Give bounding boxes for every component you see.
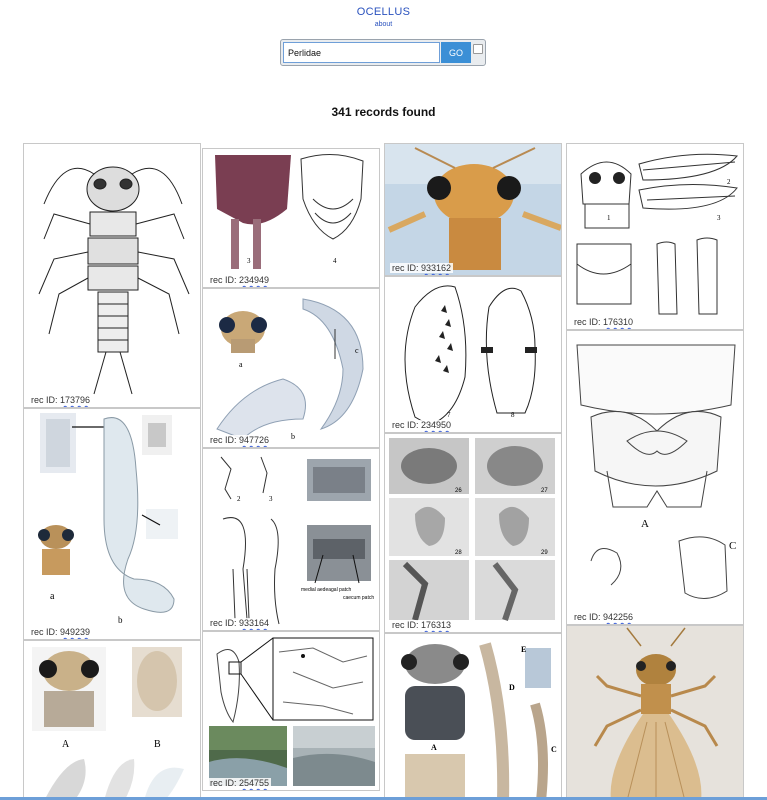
figure-label: 2	[237, 495, 241, 503]
result-card[interactable]: 26 27 28 29 rec ID: 176313	[384, 433, 562, 633]
figure-label: 27	[541, 488, 548, 494]
figure-label: C	[729, 540, 736, 552]
option-checkbox[interactable]	[473, 44, 483, 54]
stonefly-head-photo-collage: a b	[36, 413, 178, 625]
figure-label: 3	[269, 495, 273, 503]
record-id-label: rec ID: 949239	[29, 627, 93, 637]
record-id-link[interactable]: 254755	[239, 778, 269, 788]
result-card[interactable]: 2 3 medial aedeagal patch caecum patch r…	[202, 448, 380, 631]
record-id-label: rec ID: 176313	[390, 620, 454, 630]
record-id-link[interactable]: 949239	[60, 627, 90, 637]
figure-label: c	[355, 346, 359, 355]
record-id-link[interactable]: 176313	[421, 620, 451, 630]
stonefly-head-photo-plate: A B	[32, 647, 184, 799]
locality-map-and-stream-photos	[209, 637, 375, 786]
app-title[interactable]: OCELLUS	[0, 6, 767, 18]
figure-label: a	[239, 360, 243, 369]
record-id-label: rec ID: 942256	[572, 612, 636, 622]
figure-label: 3	[717, 214, 721, 222]
stonefly-adult-color-photo	[567, 626, 743, 799]
figure-label: 3	[247, 257, 251, 265]
record-id-link[interactable]: 933164	[239, 618, 269, 628]
result-card[interactable]: a b rec ID: 949239	[23, 408, 201, 640]
figure-label: a	[50, 591, 55, 602]
go-button[interactable]: GO	[441, 42, 471, 63]
figure-label: 7	[447, 411, 451, 419]
stonefly-sem-plate: 26 27 28 29	[389, 438, 555, 621]
stonefly-epiproct-drawing: 2 3 medial aedeagal patch caecum patch	[220, 456, 374, 625]
result-card[interactable]: rec ID: 173796	[23, 143, 201, 408]
figure-label: b	[291, 432, 295, 441]
record-id-label: rec ID: 176310	[572, 317, 636, 327]
search-input[interactable]	[283, 42, 440, 63]
result-card[interactable]: A C rec ID: 942256	[566, 330, 744, 625]
records-count: 341 records found	[331, 105, 436, 119]
figure-label: C	[551, 745, 557, 754]
record-id-label: rec ID: 234950	[390, 420, 454, 430]
figure-label: 29	[541, 550, 548, 556]
figure-label: 28	[455, 550, 462, 556]
figure-label: E	[521, 645, 526, 654]
record-id-label: rec ID: 254755	[208, 778, 272, 788]
figure-label: D	[509, 683, 515, 692]
stonefly-genitalia-drawing: 3 4	[215, 153, 364, 269]
record-id-link[interactable]: 234949	[239, 275, 269, 285]
figure-label: 26	[455, 488, 462, 494]
result-card[interactable]: 7 8 rec ID: 234950	[384, 276, 562, 433]
result-card[interactable]: rec ID: 254755	[202, 631, 380, 791]
stonefly-head-color-photo	[385, 144, 561, 275]
record-id-label: rec ID: 947726	[208, 435, 272, 445]
result-card[interactable]: rec ID: 933162	[384, 143, 562, 276]
stonefly-aedeagus-photo: a c b	[216, 298, 364, 441]
figure-label: A	[431, 743, 437, 752]
record-id-link[interactable]: 947726	[239, 435, 269, 445]
result-card[interactable]: a c b rec ID: 947726	[202, 288, 380, 448]
stonefly-habitus-photo-plate: A D E C	[401, 642, 557, 799]
figure-label: 2	[727, 178, 731, 186]
figure-label: b	[118, 615, 123, 625]
figure-label: caecum patch	[343, 595, 374, 601]
result-card[interactable]: A B	[23, 640, 201, 800]
figure-label: B	[154, 739, 161, 750]
figure-label: 8	[511, 411, 515, 419]
result-card[interactable]: A D E C	[384, 633, 562, 800]
record-id-label: rec ID: 173796	[29, 395, 93, 405]
stonefly-head-and-wings-drawing: 1 2 3	[576, 153, 738, 315]
record-id-link[interactable]: 234950	[421, 420, 451, 430]
record-id-label: rec ID: 234949	[208, 275, 272, 285]
result-card[interactable]: 1 2 3 rec ID: 176310	[566, 143, 744, 330]
figure-label: A	[641, 518, 649, 530]
figure-label: 4	[333, 257, 337, 265]
record-id-label: rec ID: 933162	[390, 263, 454, 273]
record-id-link[interactable]: 942256	[603, 612, 633, 622]
stonefly-nymph-drawing	[38, 166, 190, 395]
result-card[interactable]	[566, 625, 744, 800]
search-bar: GO	[280, 39, 486, 66]
result-card[interactable]: 3 4 rec ID: 234949	[202, 148, 380, 288]
figure-label: medial aedeagal patch	[301, 587, 352, 593]
stonefly-abdomen-drawing: A C	[576, 344, 736, 599]
figure-label: 1	[607, 214, 611, 222]
stonefly-paraproct-drawing: 7 8	[404, 285, 537, 426]
record-id-link[interactable]: 933162	[421, 263, 451, 273]
about-link[interactable]: about	[0, 21, 767, 28]
figure-label: A	[62, 739, 70, 750]
record-id-link[interactable]: 173796	[60, 395, 90, 405]
record-id-label: rec ID: 933164	[208, 618, 272, 628]
record-id-link[interactable]: 176310	[603, 317, 633, 327]
